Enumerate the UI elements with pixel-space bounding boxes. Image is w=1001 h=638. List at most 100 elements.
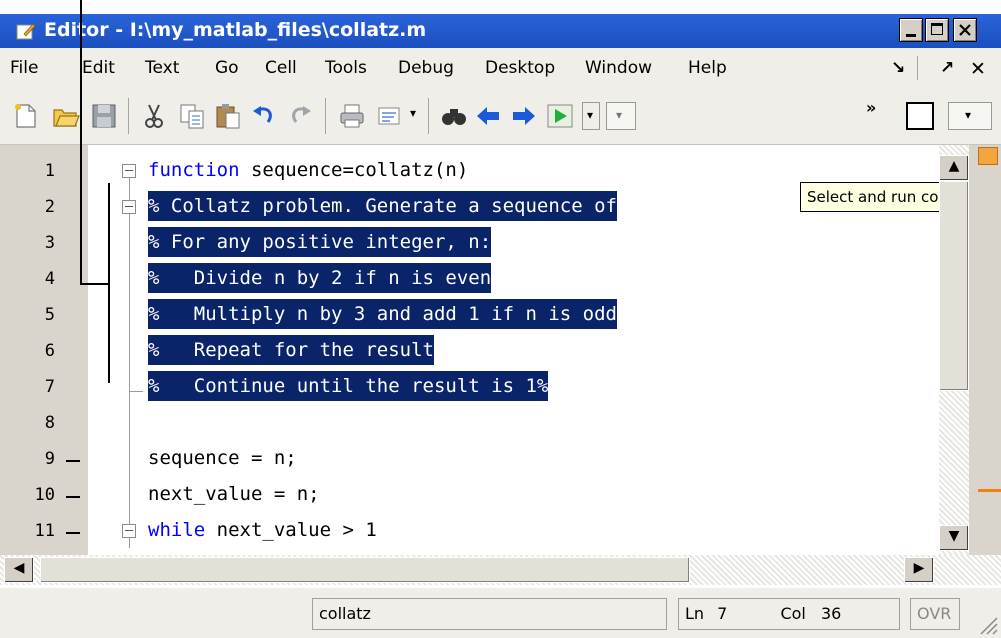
dock-icon[interactable]: ↘: [891, 58, 905, 78]
comment-icon[interactable]: [376, 102, 404, 130]
keyword-function: function: [148, 159, 240, 181]
chevron-right-icon: ▶: [913, 560, 925, 576]
chevron-down-icon: ▾: [587, 108, 594, 122]
cut-icon[interactable]: [140, 102, 168, 130]
warning-marker[interactable]: [978, 489, 1001, 492]
chevron-left-icon: ◀: [13, 560, 25, 576]
fold-guide: [129, 178, 130, 548]
minimize-button[interactable]: [899, 18, 923, 42]
ln-value: 7: [717, 604, 728, 623]
line-number: 7: [44, 377, 55, 397]
print-icon[interactable]: [338, 102, 366, 130]
maximize-button[interactable]: [925, 18, 949, 42]
breakpoint-marker[interactable]: [66, 496, 80, 498]
scroll-left-button[interactable]: ◀: [4, 557, 34, 583]
status-filename: collatz: [312, 598, 667, 630]
fold-end: [129, 391, 143, 392]
status-bar: collatz Ln 7 Col 36 OVR: [0, 588, 1001, 638]
close-button[interactable]: [953, 18, 977, 42]
undo-icon[interactable]: [250, 102, 278, 130]
breakpoint-marker[interactable]: [66, 532, 80, 534]
tile-dropdown[interactable]: ▾: [948, 102, 992, 130]
code-line-4[interactable]: % Divide n by 2 if n is even: [148, 263, 492, 293]
new-file-icon[interactable]: [12, 102, 40, 130]
line-number: 10: [34, 485, 55, 505]
code-text: sequence=collatz(n): [239, 159, 469, 181]
editor-close-icon[interactable]: ✕: [970, 58, 986, 80]
line-number: 5: [44, 305, 55, 325]
menu-go[interactable]: Go: [215, 58, 239, 78]
chevron-down-icon: ▾: [965, 108, 972, 122]
code-line-3[interactable]: % For any positive integer, n:: [148, 227, 492, 257]
menu-file[interactable]: File: [10, 58, 38, 78]
line-number: 6: [44, 341, 55, 361]
forward-icon[interactable]: [510, 102, 538, 130]
code-line-10[interactable]: next_value = n;: [148, 479, 320, 509]
toolbar-separator: [428, 98, 429, 134]
undock-icon[interactable]: ↗: [940, 58, 954, 78]
scroll-right-button[interactable]: ▶: [904, 557, 934, 583]
line-number: 8: [44, 413, 55, 433]
callout-line: [80, 283, 110, 285]
back-icon[interactable]: [474, 102, 502, 130]
scroll-down-button[interactable]: ▼: [939, 525, 969, 551]
menu-text[interactable]: Text: [145, 58, 179, 78]
scroll-up-button[interactable]: ▲: [939, 155, 969, 181]
code-line-2[interactable]: % Collatz problem. Generate a sequence o…: [148, 191, 617, 221]
breakpoint-marker[interactable]: [66, 460, 80, 462]
code-line-9[interactable]: sequence = n;: [148, 443, 297, 473]
message-bar: [969, 145, 1001, 555]
open-file-icon[interactable]: [52, 102, 80, 130]
minimize-icon: [906, 34, 916, 37]
menu-window[interactable]: Window: [585, 58, 652, 78]
vertical-scroll-thumb[interactable]: [939, 181, 969, 391]
menu-help[interactable]: Help: [688, 58, 727, 78]
fold-toggle-icon[interactable]: [122, 524, 136, 538]
menu-desktop[interactable]: Desktop: [485, 58, 555, 78]
editor-area[interactable]: 1 2 3 4 5 6 7 8 9 10 11 function sequenc…: [0, 145, 1001, 565]
line-number: 3: [44, 233, 55, 253]
split-view-icon[interactable]: [906, 102, 934, 130]
run-icon[interactable]: [546, 102, 574, 130]
paste-icon[interactable]: [214, 102, 242, 130]
redo-icon[interactable]: [286, 102, 314, 130]
toolbar-separator: [325, 98, 326, 134]
analysis-status-icon[interactable]: [978, 147, 998, 165]
editor-app-icon: [16, 23, 36, 40]
code-line-6[interactable]: % Repeat for the result: [148, 335, 434, 365]
horizontal-scroll-thumb[interactable]: [40, 557, 690, 583]
window-title: Editor - I:\my_matlab_files\collatz.m: [44, 19, 427, 41]
menu-bar: File Edit Text Go Cell Tools Debug Deskt…: [0, 48, 1001, 88]
callout-line: [80, 0, 82, 285]
ovr-indicator: OVR: [910, 598, 960, 630]
menu-debug[interactable]: Debug: [398, 58, 454, 78]
menu-separator: [917, 56, 918, 80]
ln-label: Ln: [685, 604, 705, 623]
resize-grip-icon[interactable]: [975, 612, 999, 636]
callout-bracket: [108, 183, 110, 383]
menu-edit[interactable]: Edit: [82, 58, 115, 78]
code-line-1[interactable]: function sequence=collatz(n): [148, 155, 468, 185]
line-number: 9: [44, 449, 55, 469]
chevron-down-icon[interactable]: ▾: [410, 106, 416, 120]
col-label: Col: [780, 604, 806, 623]
chevron-down-icon: ▾: [616, 108, 623, 122]
find-icon[interactable]: [440, 102, 468, 130]
fold-toggle-icon[interactable]: [122, 200, 136, 214]
code-line-7[interactable]: % Continue until the result is 1%: [148, 371, 549, 401]
col-value: 36: [820, 604, 842, 623]
title-bar[interactable]: Editor - I:\my_matlab_files\collatz.m: [0, 14, 1001, 48]
code-text: next_value > 1: [205, 519, 377, 541]
copy-icon[interactable]: [178, 102, 206, 130]
layout-dropdown[interactable]: ▾: [606, 102, 636, 130]
overflow-icon[interactable]: »: [866, 98, 876, 117]
save-icon[interactable]: [90, 102, 118, 130]
keyword-while: while: [148, 519, 206, 541]
menu-cell[interactable]: Cell: [265, 58, 297, 78]
status-position: Ln 7 Col 36: [678, 598, 900, 630]
code-line-5[interactable]: % Multiply n by 3 and add 1 if n is odd: [148, 299, 617, 329]
menu-tools[interactable]: Tools: [325, 58, 367, 78]
code-line-11[interactable]: while next_value > 1: [148, 515, 377, 545]
run-options-dropdown[interactable]: ▾: [582, 102, 600, 130]
fold-toggle-icon[interactable]: [122, 164, 136, 178]
